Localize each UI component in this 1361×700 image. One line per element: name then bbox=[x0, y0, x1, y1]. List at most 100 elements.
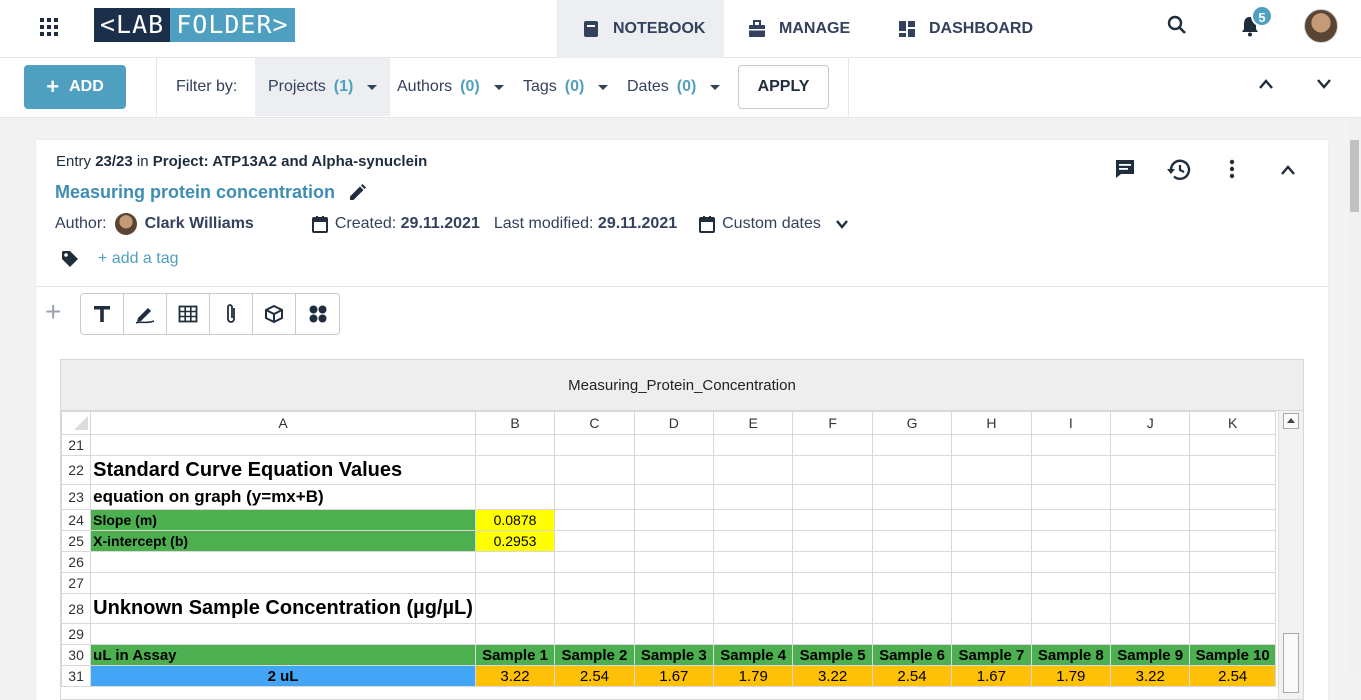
search-icon[interactable] bbox=[1167, 15, 1187, 35]
row-number[interactable]: 27 bbox=[61, 572, 92, 594]
cell[interactable] bbox=[633, 530, 714, 552]
cell[interactable] bbox=[712, 572, 794, 594]
add-button[interactable]: + ADD bbox=[24, 65, 126, 109]
cell[interactable] bbox=[474, 434, 556, 456]
cell[interactable] bbox=[712, 530, 794, 552]
cell[interactable] bbox=[1110, 551, 1191, 573]
cell[interactable] bbox=[1030, 623, 1112, 645]
cell[interactable] bbox=[1030, 509, 1112, 531]
cell[interactable] bbox=[90, 434, 476, 456]
cell[interactable] bbox=[1189, 551, 1276, 573]
sheet-vertical-scrollbar[interactable] bbox=[1278, 411, 1303, 699]
column-header[interactable]: J bbox=[1110, 411, 1191, 435]
cell[interactable]: 0.2953 bbox=[474, 530, 556, 552]
cell[interactable] bbox=[554, 623, 635, 645]
cell[interactable] bbox=[1110, 623, 1191, 645]
add-tag-link[interactable]: + add a tag bbox=[98, 250, 179, 268]
column-header[interactable]: G bbox=[871, 411, 953, 435]
cell[interactable] bbox=[871, 623, 953, 645]
row-number[interactable]: 21 bbox=[61, 434, 92, 456]
cell[interactable]: equation on graph (y=mx+B) bbox=[90, 484, 476, 510]
cell[interactable] bbox=[1030, 551, 1112, 573]
cell[interactable] bbox=[712, 434, 794, 456]
cell[interactable] bbox=[1189, 455, 1276, 485]
cell[interactable] bbox=[90, 572, 476, 594]
cell[interactable] bbox=[871, 509, 953, 531]
cell[interactable]: Sample 4 bbox=[712, 644, 794, 666]
cell[interactable] bbox=[871, 455, 953, 485]
column-header[interactable]: H bbox=[951, 411, 1032, 435]
tab-notebook[interactable]: NOTEBOOK bbox=[557, 0, 724, 58]
cell[interactable] bbox=[1189, 623, 1276, 645]
cell[interactable]: 1.67 bbox=[951, 665, 1032, 687]
cell[interactable] bbox=[633, 509, 714, 531]
cell[interactable] bbox=[633, 551, 714, 573]
cell[interactable] bbox=[792, 455, 873, 485]
cell[interactable] bbox=[712, 593, 794, 624]
cell[interactable]: Sample 9 bbox=[1110, 644, 1191, 666]
column-header[interactable]: D bbox=[633, 411, 714, 435]
cell[interactable] bbox=[951, 551, 1032, 573]
pencil-icon[interactable] bbox=[347, 183, 367, 203]
scroll-up-arrow-icon[interactable] bbox=[1283, 413, 1299, 429]
select-all-corner[interactable] bbox=[61, 411, 92, 435]
row-number[interactable]: 29 bbox=[61, 623, 92, 645]
cell[interactable] bbox=[474, 484, 556, 510]
cell[interactable] bbox=[792, 551, 873, 573]
cell[interactable] bbox=[1110, 509, 1191, 531]
cell[interactable] bbox=[554, 572, 635, 594]
cell[interactable] bbox=[633, 572, 714, 594]
chevron-up-icon[interactable] bbox=[1280, 164, 1296, 176]
cell[interactable] bbox=[474, 455, 556, 485]
cell[interactable] bbox=[554, 509, 635, 531]
cell[interactable] bbox=[1030, 434, 1112, 456]
page-scrollbar[interactable] bbox=[1348, 118, 1361, 674]
cell[interactable] bbox=[1189, 484, 1276, 510]
row-number[interactable]: 28 bbox=[61, 593, 92, 624]
text-element-button[interactable] bbox=[81, 294, 124, 334]
cell[interactable] bbox=[951, 484, 1032, 510]
column-header[interactable]: E bbox=[712, 411, 794, 435]
sketch-element-button[interactable] bbox=[124, 294, 167, 334]
cell[interactable]: 2.54 bbox=[1189, 665, 1276, 687]
cell[interactable]: Sample 7 bbox=[951, 644, 1032, 666]
cell[interactable] bbox=[554, 484, 635, 510]
apps-element-button[interactable] bbox=[296, 294, 339, 334]
apply-button[interactable]: APPLY bbox=[738, 65, 829, 109]
cell[interactable] bbox=[792, 509, 873, 531]
tab-manage[interactable]: MANAGE bbox=[747, 0, 850, 58]
cell[interactable]: 1.79 bbox=[1030, 665, 1112, 687]
entry-project[interactable]: Project: ATP13A2 and Alpha-synuclein bbox=[153, 153, 428, 170]
cell[interactable] bbox=[1189, 434, 1276, 456]
cell[interactable] bbox=[871, 551, 953, 573]
comment-icon[interactable] bbox=[1114, 158, 1136, 180]
cell[interactable]: 2 uL bbox=[90, 665, 476, 687]
cell[interactable]: Sample 1 bbox=[474, 644, 556, 666]
apps-grid-icon[interactable] bbox=[40, 18, 58, 36]
labfolder-logo[interactable]: <LAB FOLDER> bbox=[94, 8, 295, 42]
cell[interactable]: 0.0878 bbox=[474, 509, 556, 531]
cell[interactable] bbox=[951, 593, 1032, 624]
cell[interactable] bbox=[1030, 572, 1112, 594]
spreadsheet-element[interactable]: Measuring_Protein_Concentration A B C D … bbox=[60, 359, 1304, 700]
cell[interactable] bbox=[712, 623, 794, 645]
cell[interactable]: Slope (m) bbox=[90, 509, 476, 531]
cell[interactable]: Sample 6 bbox=[871, 644, 953, 666]
row-number[interactable]: 25 bbox=[61, 530, 92, 552]
column-header[interactable]: A bbox=[90, 411, 476, 435]
cell[interactable] bbox=[1030, 484, 1112, 510]
cell[interactable] bbox=[1030, 593, 1112, 624]
cell[interactable] bbox=[951, 509, 1032, 531]
cell[interactable] bbox=[871, 572, 953, 594]
history-icon[interactable] bbox=[1166, 158, 1192, 182]
filter-dates[interactable]: Dates (0) bbox=[614, 58, 733, 116]
cell[interactable]: 1.79 bbox=[712, 665, 794, 687]
cell[interactable] bbox=[792, 484, 873, 510]
cell[interactable] bbox=[1110, 455, 1191, 485]
cell[interactable] bbox=[633, 455, 714, 485]
cell[interactable]: X-intercept (b) bbox=[90, 530, 476, 552]
cell[interactable] bbox=[871, 434, 953, 456]
column-header[interactable]: F bbox=[792, 411, 873, 435]
cell[interactable] bbox=[1189, 509, 1276, 531]
cell[interactable] bbox=[633, 593, 714, 624]
